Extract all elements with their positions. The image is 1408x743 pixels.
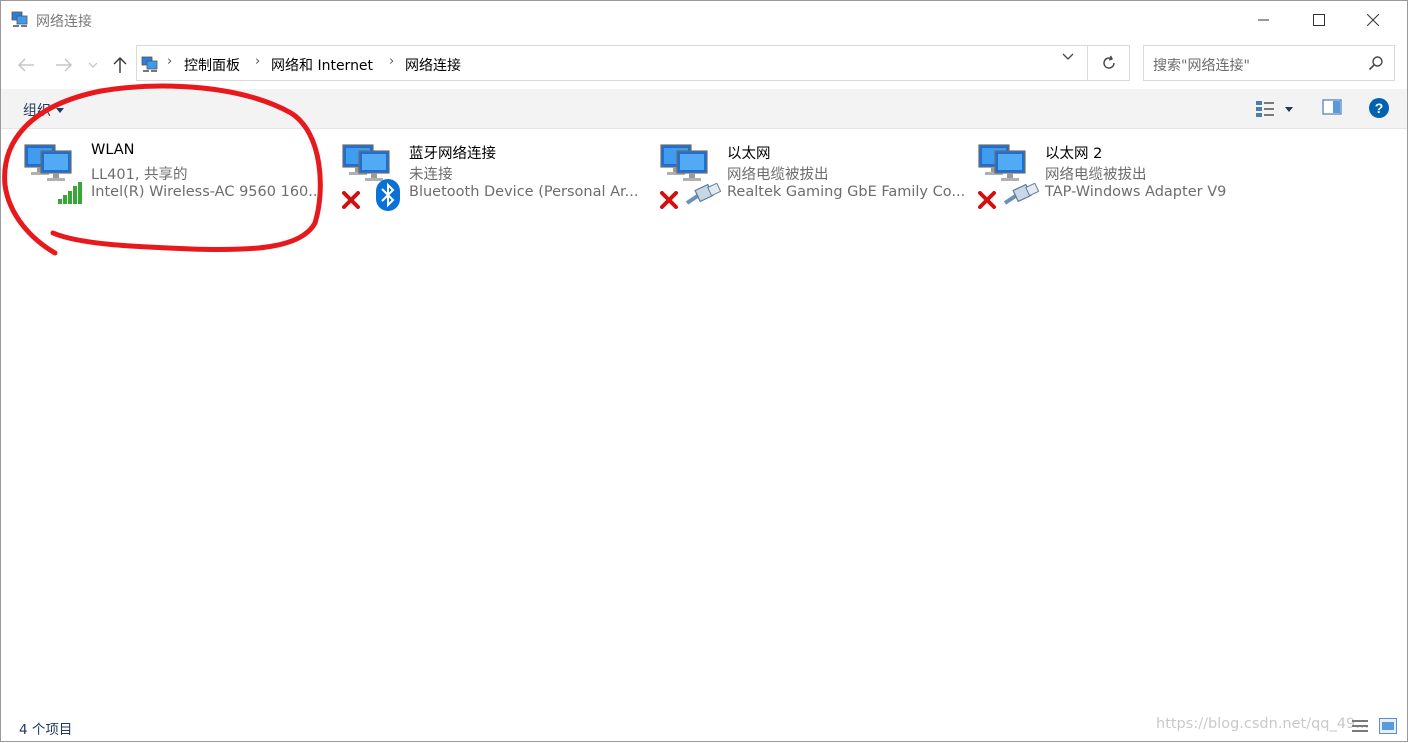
close-icon: [1367, 14, 1379, 26]
arrow-left-icon: [18, 58, 34, 72]
large-icons-view-button[interactable]: [1379, 718, 1397, 734]
forward-button[interactable]: [52, 53, 76, 77]
connection-item-ethernet[interactable]: 以太网 网络电缆被拔出 Realtek Gaming GbE Family Co…: [659, 139, 965, 211]
refresh-icon: [1102, 55, 1115, 69]
minimize-button[interactable]: [1237, 1, 1291, 39]
refresh-button[interactable]: [1088, 45, 1130, 81]
breadcrumb-control-panel[interactable]: 控制面板: [184, 55, 240, 75]
connection-device: Bluetooth Device (Personal Ar...: [409, 184, 639, 200]
details-view-button[interactable]: [1352, 718, 1368, 732]
connection-name: 蓝牙网络连接: [409, 146, 496, 162]
caret-down-icon: [56, 107, 64, 113]
status-bar: 4 个项目 https://blog.csdn.net/qq_49...: [1, 709, 1407, 741]
minimize-icon: [1258, 19, 1269, 21]
back-button[interactable]: [14, 53, 38, 77]
control-panel-network-icon: [141, 55, 159, 73]
maximize-icon: [1313, 14, 1325, 26]
window-title: 网络连接: [36, 14, 92, 30]
view-options-icon: [1256, 101, 1274, 117]
connection-device: Intel(R) Wireless-AC 9560 160...: [91, 184, 323, 200]
chevron-down-icon: [1062, 53, 1074, 60]
wifi-signal-icon: [58, 182, 82, 204]
help-icon: ?: [1369, 98, 1389, 118]
caret-down-icon: [1285, 106, 1293, 112]
organize-label: 组织: [23, 103, 51, 119]
connection-name: 以太网 2: [1045, 146, 1103, 162]
connection-name: WLAN: [91, 142, 135, 158]
connection-status: 未连接: [409, 167, 453, 183]
ethernet-cable-icon: [685, 183, 721, 205]
connection-status: 网络电缆被拔出: [1045, 167, 1147, 183]
arrow-right-icon: [56, 58, 72, 72]
title-bar: 网络连接: [1, 1, 1407, 39]
preview-pane-icon: [1322, 99, 1342, 115]
help-button[interactable]: ?: [1368, 97, 1390, 119]
svg-text:?: ?: [1375, 100, 1384, 116]
address-bar[interactable]: › 控制面板 › 网络和 Internet › 网络连接: [136, 45, 1088, 81]
breadcrumb-separator-icon[interactable]: ›: [167, 54, 172, 69]
connection-status: LL401, 共享的: [91, 167, 188, 183]
recent-locations-button[interactable]: [83, 53, 103, 77]
connection-item-wlan[interactable]: WLAN LL401, 共享的 Intel(R) Wireless-AC 956…: [23, 139, 323, 211]
change-view-button[interactable]: [1255, 98, 1301, 120]
breadcrumb-network-connections[interactable]: 网络连接: [405, 55, 461, 75]
connection-device: TAP-Windows Adapter V9: [1045, 184, 1227, 200]
connections-view: WLAN LL401, 共享的 Intel(R) Wireless-AC 956…: [1, 129, 1407, 709]
disconnected-x-icon: [978, 191, 996, 209]
navigation-bar: › 控制面板 › 网络和 Internet › 网络连接 搜索"网络连接": [1, 39, 1407, 89]
breadcrumb-network-internet[interactable]: 网络和 Internet: [271, 55, 373, 75]
address-dropdown-button[interactable]: [1057, 47, 1079, 67]
search-placeholder[interactable]: 搜索"网络连接": [1153, 55, 1250, 75]
maximize-button[interactable]: [1292, 1, 1346, 39]
bluetooth-icon: [376, 179, 400, 211]
breadcrumb-separator-icon[interactable]: ›: [255, 54, 260, 69]
item-count: 4 个项目: [19, 722, 73, 738]
details-view-icon: [1352, 720, 1368, 732]
command-bar: 组织 ?: [1, 89, 1407, 129]
organize-menu-button[interactable]: 组织: [23, 100, 64, 120]
watermark: https://blog.csdn.net/qq_49...: [1156, 716, 1370, 732]
up-button[interactable]: [108, 53, 132, 77]
breadcrumb-separator-icon[interactable]: ›: [389, 54, 394, 69]
connection-item-bluetooth[interactable]: 蓝牙网络连接 未连接 Bluetooth Device (Personal Ar…: [341, 139, 641, 211]
preview-pane-button[interactable]: [1322, 98, 1344, 120]
search-icon[interactable]: [1368, 55, 1386, 73]
connection-item-ethernet-2[interactable]: 以太网 2 网络电缆被拔出 TAP-Windows Adapter V9: [977, 139, 1277, 211]
close-button[interactable]: [1346, 1, 1400, 39]
network-connections-icon: [11, 10, 29, 28]
arrow-up-icon: [113, 57, 127, 73]
ethernet-cable-icon: [1003, 183, 1039, 205]
connection-status: 网络电缆被拔出: [727, 167, 829, 183]
disconnected-x-icon: [342, 191, 360, 209]
connection-device: Realtek Gaming GbE Family Co...: [727, 184, 966, 200]
search-box[interactable]: 搜索"网络连接": [1143, 45, 1395, 81]
disconnected-x-icon: [660, 191, 678, 209]
chevron-down-icon: [88, 62, 98, 68]
large-icons-view-icon: [1379, 718, 1397, 734]
connection-name: 以太网: [727, 146, 771, 162]
